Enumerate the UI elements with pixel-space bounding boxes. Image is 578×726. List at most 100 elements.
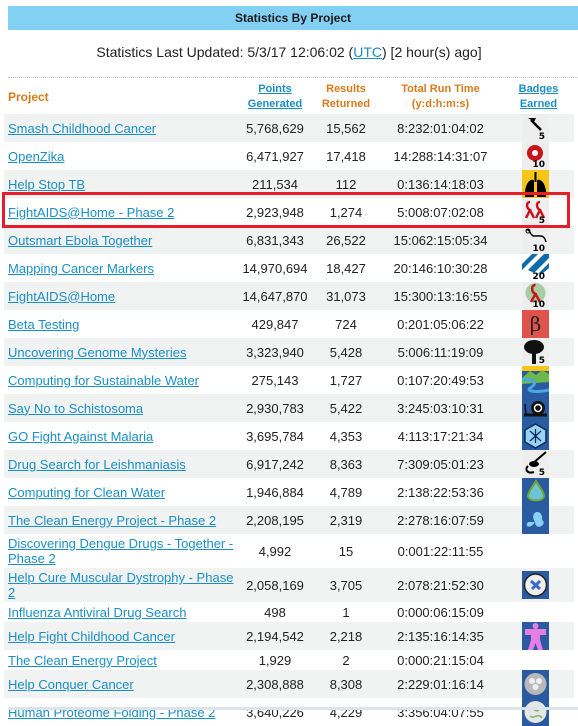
sort-badges-link[interactable]: Badges Earned [519, 83, 559, 110]
badge-cell: 10 [503, 226, 574, 254]
project-link[interactable]: Help Cure Muscular Dystrophy - Phase 2 [8, 570, 233, 600]
col-badges-line1: Badges [518, 83, 559, 95]
project-link[interactable]: Smash Childhood Cancer [8, 121, 156, 136]
project-cell: GO Fight Against Malaria [4, 422, 236, 450]
project-cell: Influenza Antiviral Drug Search [4, 602, 236, 622]
run-time-cell: 0:000:06:15:09 [397, 604, 484, 620]
run-time-cell: 0:107:20:49:53 [397, 372, 484, 388]
table-row: FightAIDS@Home 14,647,870 31,073 15:300:13:… [4, 282, 574, 310]
table-row: Smash Childhood Cancer 5,768,629 15,562 8:2… [4, 114, 574, 142]
ribbon-icon[interactable]: 10 [522, 282, 549, 310]
col-results: Results Returned [314, 80, 378, 114]
snail-icon[interactable] [522, 394, 549, 422]
points-cell: 3,640,226 [246, 704, 304, 720]
virus-icon[interactable]: 10 [522, 142, 549, 170]
col-project: Project [8, 89, 49, 104]
hammer-icon[interactable]: 5 [522, 114, 549, 142]
sort-points-link[interactable]: Points Generated [248, 83, 302, 110]
points-cell: 2,930,783 [236, 394, 314, 422]
project-link[interactable]: Help Stop TB [8, 177, 85, 192]
ebola-icon[interactable]: 10 [522, 226, 549, 254]
project-cell: Drug Search for Leishmaniasis [4, 450, 236, 478]
run-time-cell: 0:000:21:15:04 [397, 652, 484, 668]
butterfly-icon[interactable] [522, 506, 549, 534]
badge-cell: 10 [503, 142, 574, 170]
child-figure-icon[interactable] [522, 622, 549, 650]
project-link[interactable]: Computing for Clean Water [8, 485, 165, 500]
run-time-cell: 2:229:01:16:14 [378, 670, 503, 698]
points-cell: 6,917,242 [236, 450, 314, 478]
river-icon[interactable] [522, 366, 549, 394]
table-row: OpenZika 6,471,927 17,418 14:288:14:31:07 10 [4, 142, 574, 170]
project-cell: Uncovering Genome Mysteries [4, 338, 236, 366]
points-cell: 211,534 [236, 170, 314, 198]
project-link[interactable]: Beta Testing [8, 317, 79, 332]
table-row: Help Cure Muscular Dystrophy - Phase 2 2,… [4, 568, 574, 602]
project-cell: Computing for Sustainable Water [4, 366, 236, 394]
ribbons-icon[interactable]: 5 [522, 198, 549, 226]
dystrophy-icon[interactable] [522, 571, 549, 599]
sandfly-icon[interactable]: 5 [522, 450, 549, 478]
points-cell: 2,208,195 [236, 506, 314, 534]
points-cell: 4,992 [258, 543, 292, 559]
points-cell: 2,194,542 [236, 622, 314, 650]
table-row: Outsmart Ebola Together 6,831,343 26,522 15… [4, 226, 574, 254]
project-link[interactable]: Uncovering Genome Mysteries [8, 345, 186, 360]
project-link[interactable]: The Clean Energy Project - Phase 2 [8, 513, 216, 528]
results-cell: 15,562 [314, 114, 378, 142]
results-cell: 8,363 [314, 450, 378, 478]
badge-level: 10 [532, 244, 545, 254]
crystal-icon[interactable] [522, 670, 549, 698]
results-cell: 2,319 [314, 506, 378, 534]
project-link[interactable]: Computing for Sustainable Water [8, 373, 199, 388]
project-cell: Help Stop TB [4, 170, 236, 198]
project-link[interactable]: Drug Search for Leishmaniasis [8, 457, 186, 472]
col-points-line2: Generated [247, 98, 303, 110]
project-link[interactable]: Discovering Dengue Drugs - Together - Ph… [8, 536, 233, 566]
utc-link[interactable]: UTC [353, 44, 382, 60]
lungs-icon[interactable] [522, 170, 549, 198]
project-link[interactable]: FightAIDS@Home - Phase 2 [8, 205, 174, 220]
badge-level: 10 [532, 160, 545, 170]
project-link[interactable]: GO Fight Against Malaria [8, 429, 153, 444]
project-stats-table: Project Points Generated Results Returned … [4, 80, 574, 726]
project-link[interactable]: Mapping Cancer Markers [8, 261, 154, 276]
results-cell: 31,073 [314, 282, 378, 310]
project-link[interactable]: Say No to Schistosoma [8, 401, 143, 416]
col-badges-line2: Earned [519, 98, 558, 110]
water-drop-icon[interactable] [522, 478, 549, 506]
col-badges[interactable]: Badges Earned [503, 80, 574, 114]
project-link[interactable]: FightAIDS@Home [8, 289, 115, 304]
badge-cell: 5 [503, 198, 574, 226]
mosquito-icon[interactable] [522, 422, 549, 450]
results-cell: 1 [342, 604, 350, 620]
badge-cell [503, 422, 574, 450]
project-cell: Smash Childhood Cancer [4, 114, 236, 142]
run-time-cell: 4:113:17:21:34 [397, 428, 484, 444]
badge-cell [503, 478, 574, 506]
col-time-line1: Total Run Time [401, 83, 480, 95]
beta-icon[interactable]: β [522, 310, 549, 338]
table-row: Discovering Dengue Drugs - Together - Ph… [4, 534, 574, 568]
project-cell: Mapping Cancer Markers [4, 254, 236, 282]
project-link[interactable]: Outsmart Ebola Together [8, 233, 152, 248]
project-link[interactable]: Help Fight Childhood Cancer [8, 629, 175, 644]
tree-icon[interactable]: 5 [522, 338, 549, 366]
badge-level: 20 [532, 272, 545, 282]
table-row: The Clean Energy Project - Phase 2 2,208,… [4, 506, 574, 534]
badge-cell: 5 [503, 114, 574, 142]
project-link[interactable]: Influenza Antiviral Drug Search [8, 605, 186, 620]
table-row: Beta Testing 429,847 724 0:201:05:06:22 β [4, 310, 574, 338]
points-cell: 3,695,784 [246, 428, 304, 444]
table-header-row: Project Points Generated Results Returned … [4, 80, 574, 114]
markers-icon[interactable]: 20 [522, 254, 549, 282]
project-link[interactable]: Help Conquer Cancer [8, 677, 134, 692]
badge-cell: β [503, 310, 574, 338]
protein-icon[interactable] [522, 698, 549, 726]
col-points[interactable]: Points Generated [236, 80, 314, 114]
project-link[interactable]: OpenZika [8, 149, 64, 164]
badge-cell [503, 698, 574, 726]
table-row: Help Fight Childhood Cancer 2,194,542 2,21… [4, 622, 574, 650]
project-link[interactable]: The Clean Energy Project [8, 653, 157, 668]
project-cell: FightAIDS@Home [4, 282, 236, 310]
